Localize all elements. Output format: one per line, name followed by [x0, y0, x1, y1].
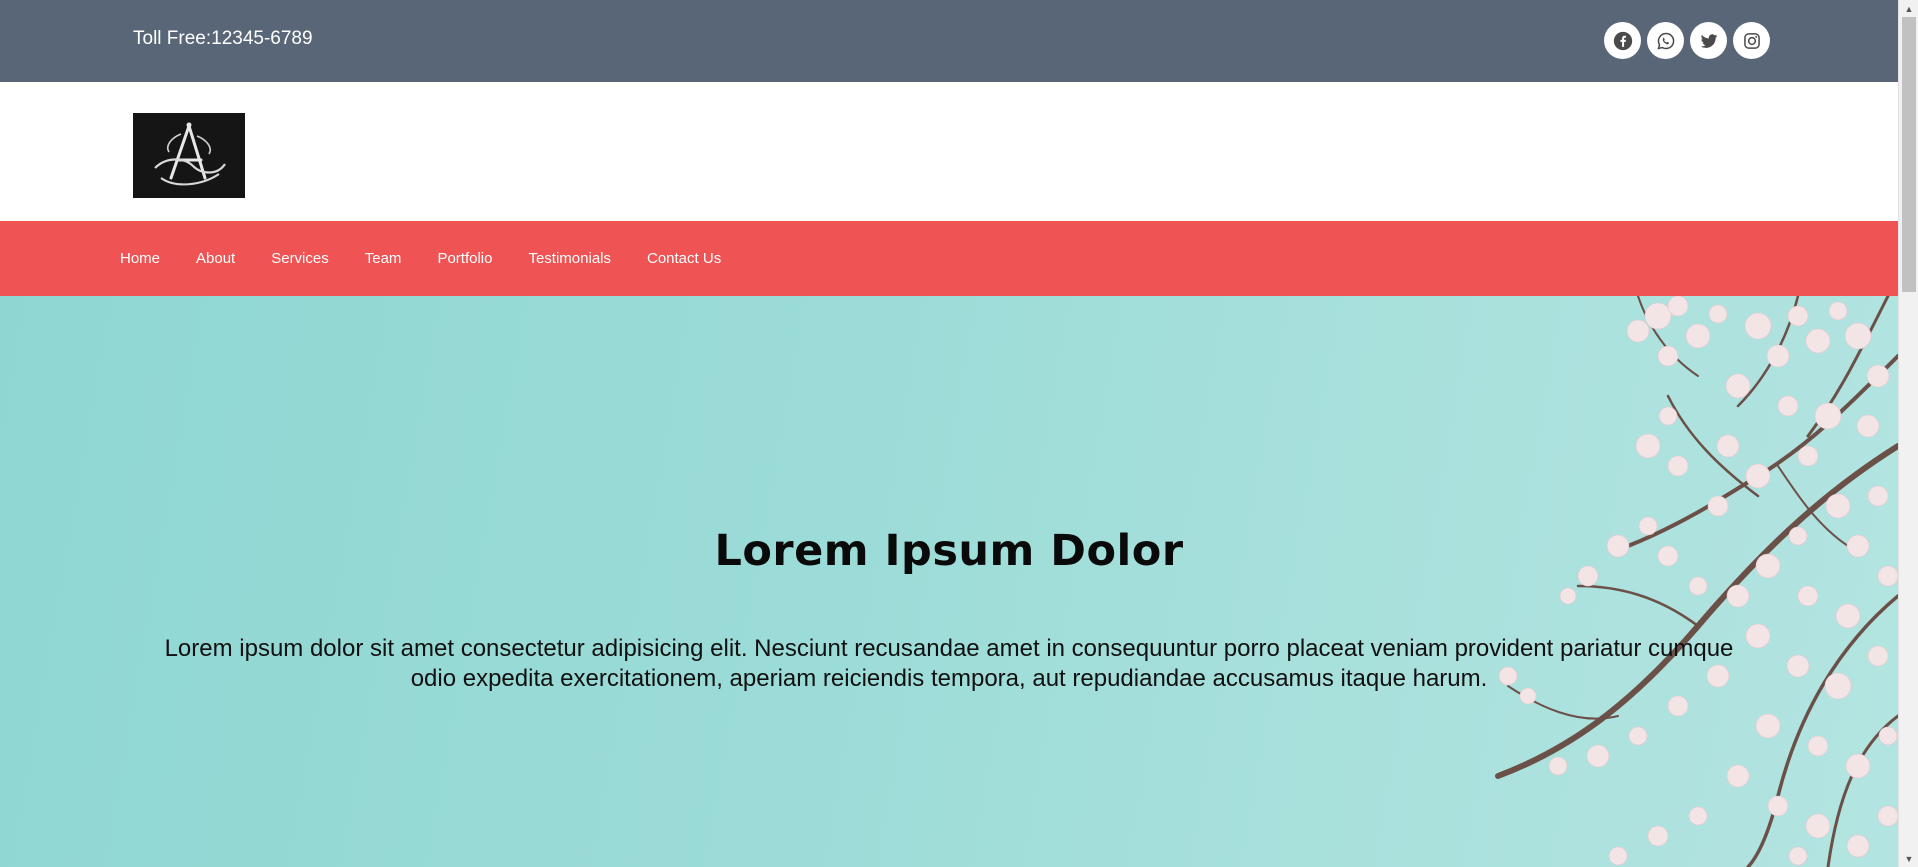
nav-item-services[interactable]: Services [271, 250, 329, 267]
nav-item-contact-us[interactable]: Contact Us [647, 250, 721, 267]
scroll-up-arrow-icon[interactable]: ▲ [1899, 0, 1918, 17]
instagram-link[interactable] [1733, 22, 1770, 59]
page: Toll Free:12345-6789 Home About Services… [0, 0, 1898, 867]
facebook-icon [1613, 31, 1632, 50]
site-logo[interactable] [133, 113, 245, 198]
twitter-icon [1700, 33, 1717, 48]
top-bar: Toll Free:12345-6789 [0, 0, 1898, 82]
whatsapp-icon [1656, 32, 1674, 50]
nav-item-testimonials[interactable]: Testimonials [528, 250, 611, 267]
main-nav: Home About Services Team Portfolio Testi… [0, 221, 1898, 296]
nav-item-about[interactable]: About [196, 250, 235, 267]
scroll-down-arrow-icon[interactable]: ▼ [1899, 850, 1918, 867]
nav-item-team[interactable]: Team [365, 250, 402, 267]
social-links [1604, 22, 1770, 59]
hero-text: Lorem ipsum dolor sit amet consectetur a… [164, 635, 1734, 692]
instagram-icon [1743, 32, 1760, 49]
cherry-blossom-image [1495, 296, 1898, 867]
twitter-link[interactable] [1690, 22, 1727, 59]
hero-title: Lorem Ipsum Dolor [714, 526, 1184, 576]
toll-free-number: Toll Free:12345-6789 [133, 28, 313, 49]
nav-item-portfolio[interactable]: Portfolio [437, 250, 492, 267]
monogram-a-logo [154, 122, 226, 185]
facebook-link[interactable] [1604, 22, 1641, 59]
hero-section: Lorem Ipsum Dolor Lorem ipsum dolor sit … [0, 296, 1898, 867]
nav-item-home[interactable]: Home [120, 250, 160, 267]
logo-band [0, 82, 1898, 221]
page-scrollbar[interactable]: ▲ ▼ [1898, 0, 1918, 867]
scroll-thumb[interactable] [1902, 17, 1916, 292]
whatsapp-link[interactable] [1647, 22, 1684, 59]
